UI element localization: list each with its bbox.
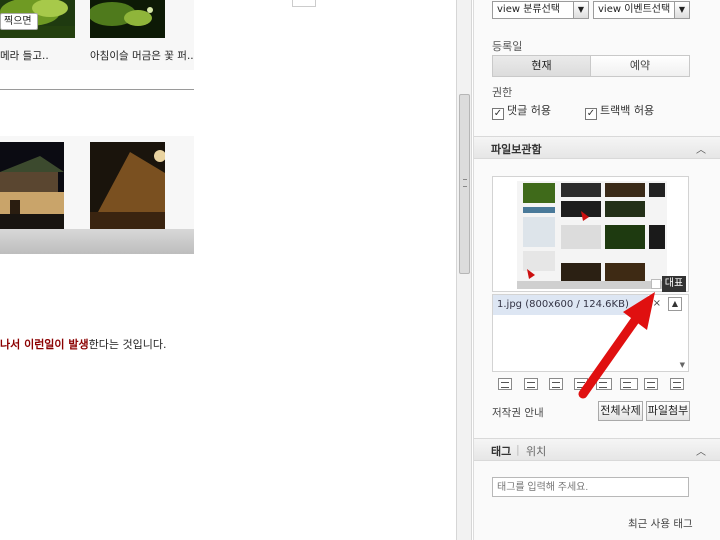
highlighted-phrase: 나서 이런일이 발생 bbox=[0, 338, 89, 351]
thumb-caption: 메라 들고.. bbox=[0, 50, 49, 62]
camera-shot-button[interactable]: 찍으면 bbox=[0, 13, 38, 30]
allow-comment-label: 댓글 허용 bbox=[507, 104, 551, 117]
collapse-chevron-icon[interactable]: ︿ bbox=[696, 141, 706, 156]
divider bbox=[0, 89, 194, 90]
allow-trackback-label: 트랙백 허용 bbox=[600, 104, 655, 117]
insert-left-icon[interactable] bbox=[498, 378, 512, 390]
remove-file-icon[interactable]: × bbox=[653, 298, 661, 309]
post-body-text[interactable]: 나서 이런일이 발생한다는 것입니다. bbox=[0, 336, 166, 352]
file-list-item[interactable]: 1.jpg (800x600 / 124.6KB) bbox=[493, 295, 648, 315]
editor-canvas[interactable]: 찍으면 메라 들고.. 아침이슬 머금은 꽃 퍼.. 나서 이런일이 발생한다는… bbox=[0, 0, 460, 540]
register-date-label: 등록일 bbox=[492, 40, 523, 53]
thumb-image-bridge-night bbox=[90, 142, 165, 229]
file-storage-title: 파일보관함 bbox=[491, 143, 542, 156]
event-select[interactable]: view 이벤트선택 ▼ bbox=[593, 1, 690, 19]
editor-corner-box bbox=[292, 0, 316, 7]
gallery-thumb[interactable] bbox=[90, 142, 165, 229]
insert-triple-icon[interactable] bbox=[620, 378, 638, 390]
tag-input[interactable] bbox=[492, 477, 689, 497]
gallery-footer-band bbox=[0, 229, 194, 254]
representative-badge: 대표 bbox=[662, 276, 686, 292]
recent-tags-link[interactable]: 최근 사용 태그 bbox=[628, 516, 693, 531]
permission-label: 권한 bbox=[492, 86, 513, 99]
body-text-rest: 한다는 것입니다. bbox=[88, 338, 167, 351]
allow-trackback-checkbox[interactable]: ✓ 트랙백 허용 bbox=[585, 102, 654, 120]
checkbox-checked-icon[interactable]: ✓ bbox=[492, 108, 504, 120]
delete-all-button[interactable]: 전체삭제 bbox=[598, 401, 643, 421]
register-now-button[interactable]: 현재 bbox=[492, 55, 591, 77]
file-list[interactable]: 1.jpg (800x600 / 124.6KB) × ▲ ▼ bbox=[492, 294, 689, 372]
insert-toolbar bbox=[492, 376, 689, 394]
copyright-info-link[interactable]: 저작권 안내 bbox=[492, 405, 544, 420]
move-up-icon[interactable]: ▲ bbox=[668, 297, 682, 311]
tag-section-header[interactable]: 태그 | 위치 ︿ bbox=[474, 438, 720, 461]
insert-center-icon[interactable] bbox=[524, 378, 538, 390]
thumb-caption: 아침이슬 머금은 꽃 퍼.. bbox=[90, 50, 194, 62]
vertical-scrollbar[interactable] bbox=[456, 0, 472, 540]
post-options-sidebar: view 분류선택 ▼ view 이벤트선택 ▼ 등록일 현재 예약 권한 ✓ 댓… bbox=[473, 0, 720, 540]
dropdown-arrow-icon[interactable]: ▼ bbox=[674, 2, 689, 18]
event-select-value: view 이벤트선택 bbox=[598, 4, 671, 15]
thumb-image-dewdrop-flower bbox=[90, 0, 165, 38]
tag-tab[interactable]: 태그 bbox=[491, 443, 511, 459]
scrollbar-thumb[interactable] bbox=[459, 94, 470, 274]
photo-gallery-bottom bbox=[0, 136, 194, 254]
representative-checkbox[interactable] bbox=[651, 279, 661, 289]
preview-image-screenshot bbox=[493, 177, 688, 291]
insert-double-icon[interactable] bbox=[596, 378, 612, 390]
insert-audio-icon[interactable] bbox=[670, 378, 684, 390]
checkbox-checked-icon[interactable]: ✓ bbox=[585, 108, 597, 120]
attach-file-button[interactable]: 파일첨부 bbox=[646, 401, 690, 421]
register-reserve-button[interactable]: 예약 bbox=[590, 55, 690, 77]
category-select[interactable]: view 분류선택 ▼ bbox=[492, 1, 589, 19]
file-storage-header[interactable]: 파일보관함 ︿ bbox=[474, 136, 720, 159]
scrollbar-grip-icon bbox=[463, 179, 467, 187]
collapse-chevron-icon[interactable]: ︿ bbox=[696, 443, 706, 458]
gallery-thumb[interactable] bbox=[90, 0, 165, 38]
thumb-image-palace-night bbox=[0, 142, 64, 229]
photo-gallery-top: 찍으면 메라 들고.. 아침이슬 머금은 꽃 퍼.. bbox=[0, 0, 194, 70]
insert-full-icon[interactable] bbox=[574, 378, 588, 390]
gallery-thumb[interactable] bbox=[0, 142, 75, 229]
scroll-down-icon[interactable]: ▼ bbox=[680, 361, 685, 369]
allow-comment-checkbox[interactable]: ✓ 댓글 허용 bbox=[492, 102, 551, 120]
location-tab[interactable]: 위치 bbox=[526, 443, 546, 459]
dropdown-arrow-icon[interactable]: ▼ bbox=[573, 2, 588, 18]
file-preview[interactable] bbox=[492, 176, 689, 292]
tab-divider: | bbox=[516, 443, 520, 456]
insert-right-icon[interactable] bbox=[549, 378, 563, 390]
insert-gallery-icon[interactable] bbox=[644, 378, 658, 390]
category-select-value: view 분류선택 bbox=[497, 4, 561, 15]
